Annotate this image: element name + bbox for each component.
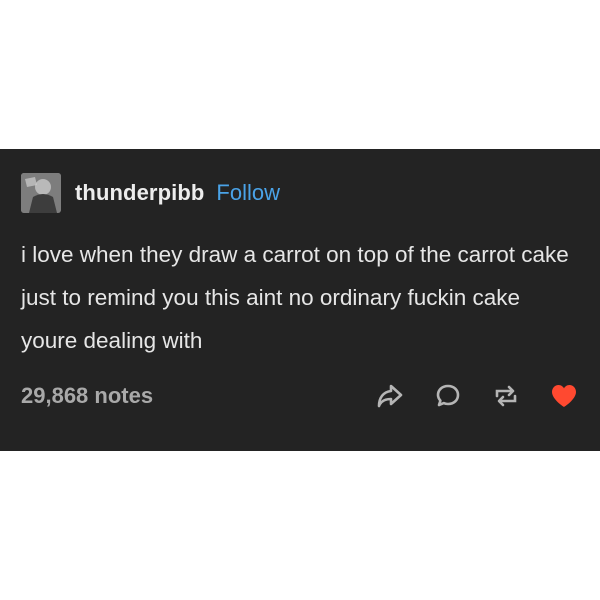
username[interactable]: thunderpibb (75, 180, 204, 206)
share-arrow-icon (377, 384, 403, 408)
post-actions (347, 381, 579, 411)
follow-button[interactable]: Follow (216, 180, 280, 206)
post-body: i love when they draw a carrot on top of… (21, 242, 569, 353)
avatar[interactable] (21, 173, 61, 213)
reblog-button[interactable] (491, 381, 521, 411)
post-header: thunderpibb Follow (21, 171, 280, 215)
reply-button[interactable] (433, 381, 463, 411)
reblog-icon (495, 385, 517, 407)
heart-icon (552, 385, 576, 407)
share-button[interactable] (375, 381, 405, 411)
tumblr-post: thunderpibb Follow i love when they draw… (0, 149, 600, 451)
avatar-image (21, 173, 61, 213)
like-button[interactable] (549, 381, 579, 411)
notes-count[interactable]: 29,868 notes (21, 383, 153, 409)
post-footer: 29,868 notes (21, 376, 579, 416)
reply-bubble-icon (436, 384, 460, 407)
